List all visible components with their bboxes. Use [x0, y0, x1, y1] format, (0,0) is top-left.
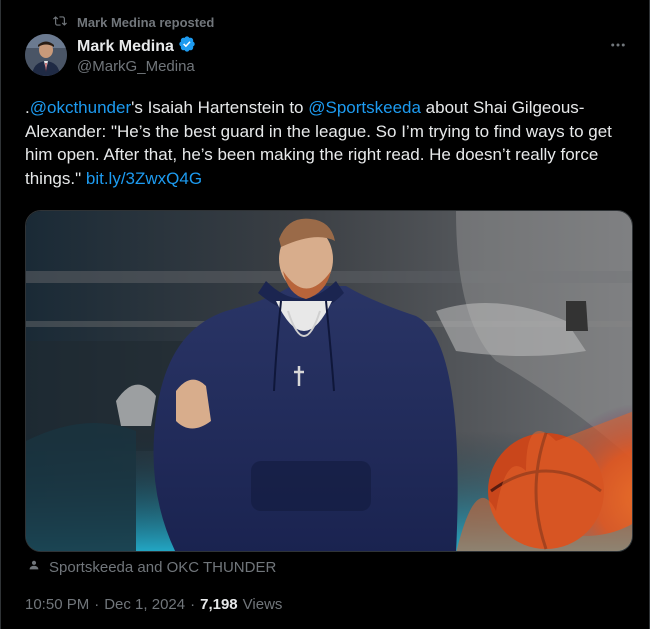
tagged-users[interactable]: Sportskeeda and OKC THUNDER	[27, 558, 276, 576]
author-name-row: Mark Medina	[77, 35, 196, 58]
tweet-text: .@okcthunder's Isaiah Hartenstein to @Sp…	[25, 96, 635, 190]
tweet-text-part1: 's Isaiah Hartenstein to	[131, 98, 309, 117]
meta-separator-2: ·	[190, 596, 196, 613]
repost-label: Mark Medina reposted	[77, 14, 215, 30]
mention-okcthunder[interactable]: @okcthunder	[30, 98, 131, 117]
repost-icon	[53, 14, 67, 31]
tweet-container: Mark Medina reposted Mark Medina @MarkG_…	[0, 0, 650, 629]
author-handle[interactable]: @MarkG_Medina	[77, 58, 195, 75]
verified-badge-icon	[178, 35, 196, 58]
tweet-metadata: 10:50 PM · Dec 1, 2024 · 7,198 Views	[25, 596, 282, 613]
mention-sportskeeda[interactable]: @Sportskeeda	[308, 98, 421, 117]
author-display-name[interactable]: Mark Medina	[77, 38, 174, 56]
tweet-time[interactable]: 10:50 PM	[25, 596, 89, 613]
more-options-icon[interactable]	[609, 36, 631, 54]
views-count[interactable]: 7,198	[200, 596, 238, 613]
tagged-text: Sportskeeda and OKC THUNDER	[49, 558, 277, 576]
person-icon	[27, 558, 41, 576]
tweet-link[interactable]: bit.ly/3ZwxQ4G	[86, 169, 202, 188]
views-label: Views	[242, 596, 283, 613]
meta-separator: ·	[94, 596, 100, 613]
avatar[interactable]	[25, 34, 67, 76]
photo-media[interactable]	[25, 210, 633, 552]
repost-header[interactable]: Mark Medina reposted	[53, 12, 214, 32]
tweet-date[interactable]: Dec 1, 2024	[104, 596, 185, 613]
